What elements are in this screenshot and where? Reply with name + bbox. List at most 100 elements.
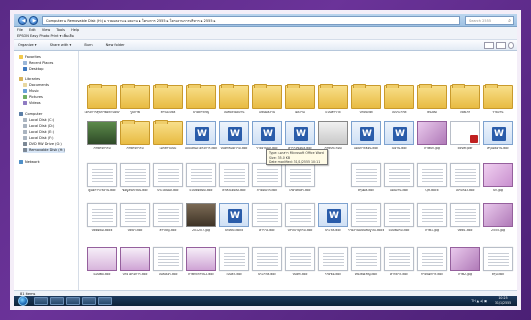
word-doc-icon (219, 203, 249, 227)
tooltip-date: Date modified: 31/1/2555 10:11 (269, 160, 321, 164)
document-thumbnail (351, 247, 381, 271)
document-thumbnail (153, 203, 183, 227)
forward-arrow-icon: ▶ (32, 18, 37, 24)
nav-documents[interactable]: Documents (23, 83, 49, 88)
search-input[interactable]: Search 2555 ⌕ (465, 16, 514, 25)
word-doc-icon (252, 121, 282, 145)
document-thumbnail (219, 247, 249, 271)
path-field[interactable]: Computer ▸ Removable Disk (H:) ▸ รวมผลงา… (42, 16, 460, 25)
folder-icon (153, 120, 183, 145)
new-folder-button[interactable]: New folder (106, 43, 125, 47)
system-tray[interactable]: TH ▲ ◂) ▣ (471, 296, 487, 306)
nav-desktop[interactable]: Desktop (23, 67, 43, 72)
back-button[interactable]: ◀ (18, 16, 27, 25)
nav-drive-c[interactable]: Local Disk (C:) (23, 118, 54, 123)
clock[interactable]: 10:25 31/1/2555 (493, 296, 513, 306)
documents-icon (23, 83, 27, 87)
document-thumbnail (120, 163, 150, 187)
preview-pane-button[interactable] (496, 42, 506, 49)
network-icon (19, 160, 23, 164)
view-options-button[interactable] (484, 42, 494, 49)
image-thumbnail (186, 247, 216, 271)
document-thumbnail (153, 247, 183, 271)
folder-icon (450, 84, 480, 109)
taskbar: TH ▲ ◂) ▣ 10:25 31/1/2555 (14, 296, 517, 306)
nav-recent-places[interactable]: Recent Places (23, 61, 53, 66)
share-button[interactable]: Share with ▾ (50, 43, 72, 47)
image-thumbnail (318, 121, 348, 145)
pictures-icon (23, 95, 27, 99)
image-thumbnail (87, 121, 117, 145)
taskbar-firefox-icon[interactable] (82, 297, 96, 305)
word-doc-icon (384, 121, 414, 145)
file-list: โครงการสุขภาพดีถ้วนหน้า รูปภาพ สำรองไฟล์… (80, 51, 517, 290)
folder-icon (186, 84, 216, 109)
clock-date: 31/1/2555 (494, 301, 512, 305)
document-thumbnail (417, 163, 447, 187)
nav-favorites[interactable]: Favorites (19, 55, 41, 60)
nav-drive-h[interactable]: Removable Disk (H:) (23, 148, 65, 153)
word-doc-icon (186, 121, 216, 145)
nav-drive-f[interactable]: Local Disk (F:) (23, 136, 53, 141)
menu-view[interactable]: View (42, 28, 50, 32)
taskbar-media-icon[interactable] (66, 297, 80, 305)
folder-icon (219, 84, 249, 109)
forward-button[interactable]: ▶ (29, 16, 38, 25)
nav-drive-g[interactable]: DVD RW Drive (G:) (23, 142, 62, 147)
word-doc-icon (351, 121, 381, 145)
command-bar: Organize ▾ Share with ▾ Burn New folder (14, 40, 517, 51)
nav-drive-d[interactable]: Local Disk (D:) (23, 124, 54, 129)
library-icon (19, 77, 23, 81)
drive-icon (23, 130, 27, 134)
document-thumbnail (483, 247, 513, 271)
videos-icon (23, 101, 27, 105)
nav-pictures[interactable]: Pictures (23, 95, 43, 100)
document-thumbnail (252, 247, 282, 271)
taskbar-app-icon[interactable] (98, 297, 112, 305)
burn-button[interactable]: Burn (84, 43, 92, 47)
recent-icon (23, 61, 27, 65)
dvd-icon (23, 142, 27, 146)
drive-icon (23, 136, 27, 140)
explorer-screen: ◀ ▶ Computer ▸ Removable Disk (H:) ▸ รวม… (14, 14, 517, 306)
document-thumbnail (417, 203, 447, 227)
start-button[interactable] (18, 296, 28, 306)
navigation-pane: Favorites Recent Places Desktop Librarie… (14, 51, 79, 290)
purple-frame: ◀ ▶ Computer ▸ Removable Disk (H:) ▸ รวม… (0, 0, 531, 320)
nav-computer[interactable]: Computer (19, 112, 42, 117)
document-thumbnail (285, 247, 315, 271)
organize-button[interactable]: Organize ▾ (18, 43, 37, 47)
nav-music[interactable]: Music (23, 89, 39, 94)
nav-videos[interactable]: Videos (23, 101, 41, 106)
menu-help[interactable]: Help (71, 28, 79, 32)
taskbar-ie-icon[interactable] (34, 297, 48, 305)
drive-icon (23, 118, 27, 122)
nav-network[interactable]: Network (19, 160, 40, 165)
document-thumbnail (384, 163, 414, 187)
image-thumbnail (483, 203, 513, 227)
help-icon[interactable] (508, 42, 514, 49)
pdf-icon (450, 121, 480, 145)
document-thumbnail (252, 163, 282, 187)
menu-tools[interactable]: Tools (56, 28, 65, 32)
folder-icon (384, 84, 414, 109)
desktop-icon (23, 67, 27, 71)
document-thumbnail (318, 247, 348, 271)
document-thumbnail (219, 163, 249, 187)
document-thumbnail (285, 163, 315, 187)
image-thumbnail (483, 163, 513, 187)
nav-drive-e[interactable]: Local Disk (E:) (23, 130, 54, 135)
folder-icon (252, 84, 282, 109)
search-placeholder: Search 2555 (469, 19, 492, 23)
epson-photo-print[interactable]: EPSON Easy Photo Print ▾ เพิ่มเติม (17, 34, 74, 38)
menu-edit[interactable]: Edit (29, 28, 36, 32)
nav-libraries[interactable]: Libraries (19, 77, 40, 82)
search-icon[interactable]: ⌕ (508, 17, 511, 24)
menu-file[interactable]: File (17, 28, 23, 32)
word-doc-icon (483, 121, 513, 145)
back-arrow-icon: ◀ (21, 18, 26, 24)
document-thumbnail (87, 163, 117, 187)
folder-icon (351, 84, 381, 109)
taskbar-explorer-icon[interactable] (50, 297, 64, 305)
document-thumbnail (417, 247, 447, 271)
